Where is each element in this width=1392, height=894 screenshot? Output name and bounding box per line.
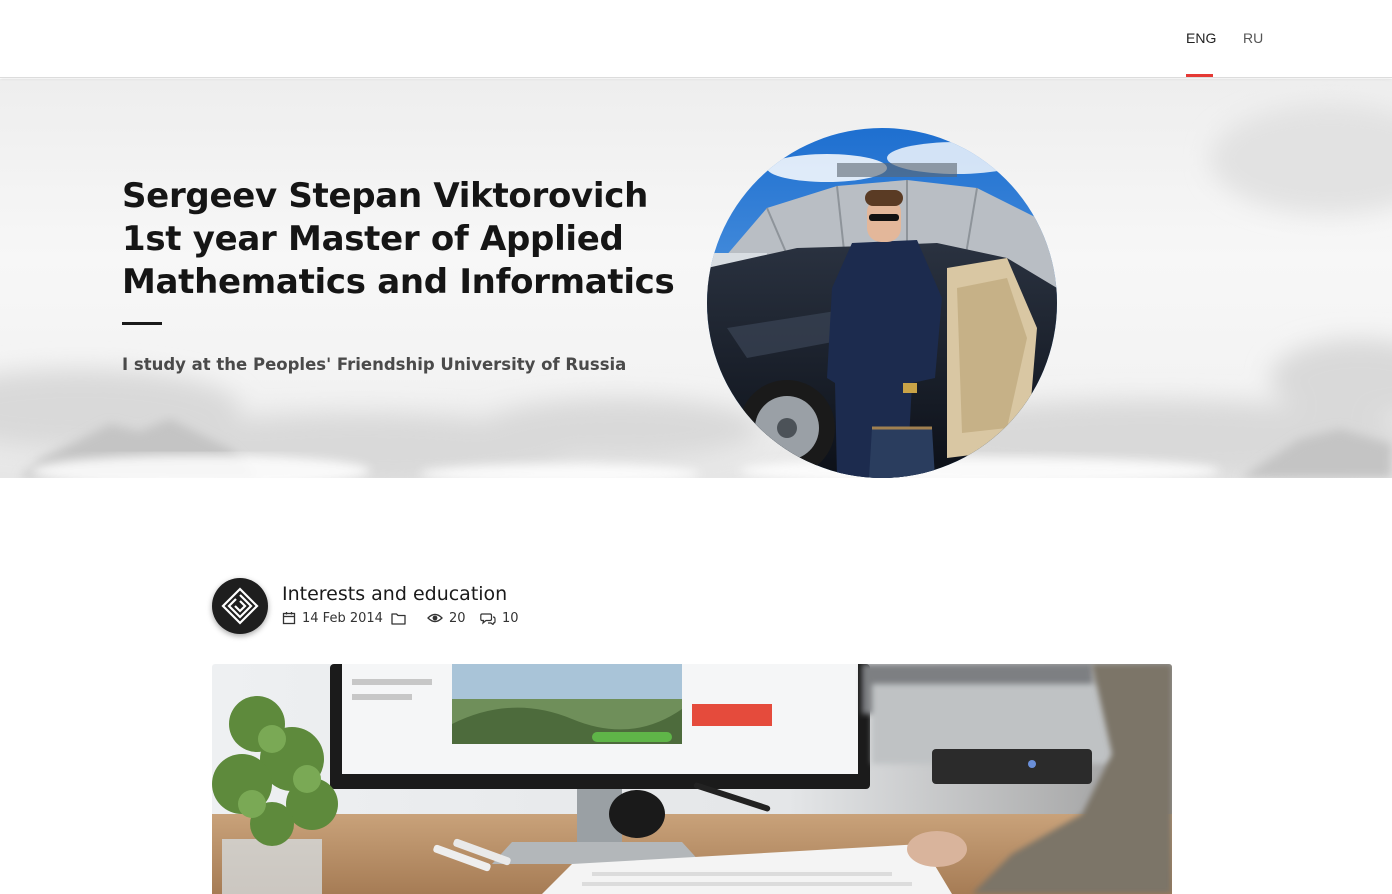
post-title[interactable]: Interests and education (282, 583, 507, 605)
post-cover-image[interactable] (212, 664, 1172, 894)
post-comments[interactable]: 10 (480, 610, 519, 626)
title-divider (122, 322, 162, 325)
profile-photo (707, 128, 1057, 478)
lang-ru-link[interactable]: RU (1243, 30, 1263, 46)
active-lang-indicator (1186, 74, 1213, 77)
post-views-count: 20 (449, 610, 466, 626)
hero-subtitle: I study at the Peoples' Friendship Unive… (122, 355, 627, 374)
profile-photo-illustration (707, 128, 1057, 478)
post-avatar[interactable] (212, 578, 268, 634)
layered-diamond-logo-icon (221, 587, 259, 625)
hero-title: Sergeev Stepan Viktorovich 1st year Mast… (122, 176, 675, 302)
eye-icon (427, 613, 443, 623)
post-views: 20 (427, 610, 466, 626)
post-date-text: 14 Feb 2014 (302, 610, 383, 626)
comments-icon (480, 612, 496, 625)
top-navbar: ENG RU (0, 0, 1392, 78)
post-date: 14 Feb 2014 (282, 610, 383, 626)
post-category[interactable] (391, 610, 412, 626)
folder-icon (391, 612, 406, 625)
post-comments-count[interactable]: 10 (502, 611, 519, 626)
desk-workspace-photo (212, 664, 1172, 894)
lang-eng-link[interactable]: ENG (1186, 30, 1216, 46)
hero-section: Sergeev Stepan Viktorovich 1st year Mast… (0, 79, 1392, 478)
calendar-icon (282, 612, 296, 625)
